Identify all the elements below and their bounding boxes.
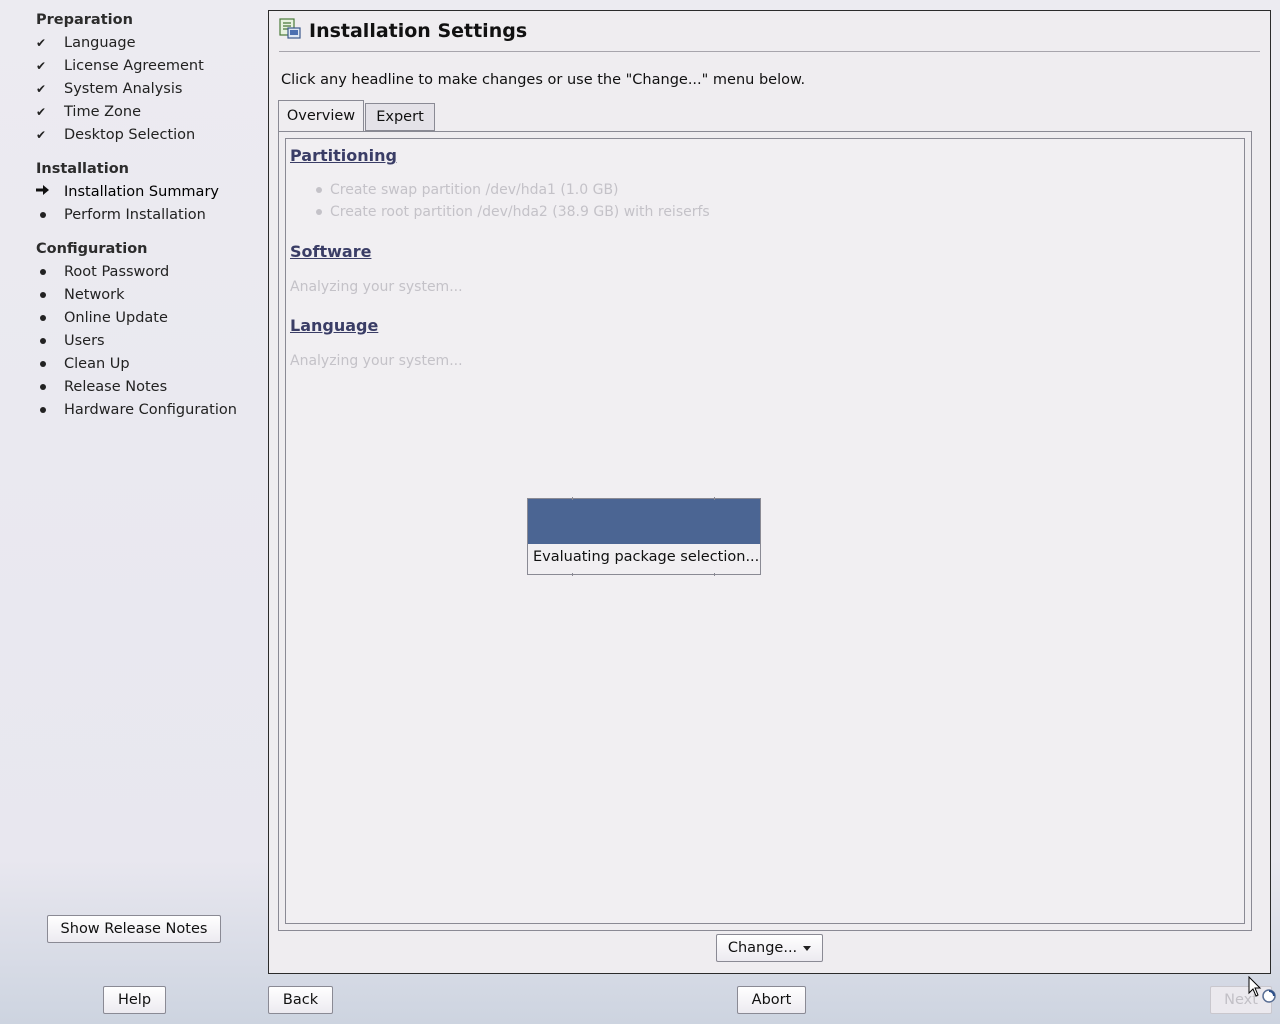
step-label: Perform Installation xyxy=(64,207,206,223)
overview-content: Partitioning Create swap partition /dev/… xyxy=(285,138,1245,924)
software-status: Analyzing your system... xyxy=(290,279,463,295)
arrow-right-icon xyxy=(36,182,64,202)
language-headline[interactable]: Language xyxy=(290,316,378,335)
help-button[interactable]: Help xyxy=(103,986,166,1014)
bullet-icon xyxy=(316,209,322,215)
checkmark-icon: ✔ xyxy=(36,59,47,73)
step-label: System Analysis xyxy=(64,81,183,97)
installation-settings-panel: Installation Settings Click any headline… xyxy=(268,10,1271,974)
step-root-password: Root Password xyxy=(36,262,169,282)
bullet-icon xyxy=(40,292,46,298)
list-item: Create root partition /dev/hda2 (38.9 GB… xyxy=(316,204,710,220)
bullet-icon xyxy=(40,384,46,390)
step-desktop-selection: ✔ Desktop Selection xyxy=(36,125,195,145)
list-item-text: Create root partition /dev/hda2 (38.9 GB… xyxy=(330,204,710,220)
section-title-installation: Installation xyxy=(36,161,129,177)
instruction-text: Click any headline to make changes or us… xyxy=(281,72,806,88)
step-label: Desktop Selection xyxy=(64,127,196,143)
section-title-preparation: Preparation xyxy=(36,12,133,28)
panel-header: Installation Settings xyxy=(279,18,528,44)
checkmark-icon: ✔ xyxy=(36,128,47,142)
step-perform-installation: Perform Installation xyxy=(36,205,206,225)
step-label: Time Zone xyxy=(64,104,142,120)
step-label: Network xyxy=(64,287,125,303)
step-network: Network xyxy=(36,285,125,305)
popup-tick xyxy=(572,573,573,576)
section-title-configuration: Configuration xyxy=(36,241,148,257)
installation-settings-icon xyxy=(279,18,301,44)
show-release-notes-button[interactable]: Show Release Notes xyxy=(47,915,221,943)
change-menu-button[interactable]: Change... xyxy=(716,934,823,962)
step-label: Release Notes xyxy=(64,379,168,395)
tab-overview[interactable]: Overview xyxy=(278,100,364,131)
step-label: Root Password xyxy=(64,264,170,280)
step-release-notes: Release Notes xyxy=(36,377,167,397)
page-title: Installation Settings xyxy=(309,20,528,42)
checkmark-icon: ✔ xyxy=(36,82,47,96)
change-button-label: Change... xyxy=(727,940,798,956)
popup-tick xyxy=(572,497,573,500)
bullet-icon xyxy=(40,269,46,275)
partitioning-headline[interactable]: Partitioning xyxy=(290,146,397,165)
abort-button[interactable]: Abort xyxy=(737,986,806,1014)
software-headline[interactable]: Software xyxy=(290,242,371,261)
step-label: Language xyxy=(64,35,136,51)
busy-cursor-icon xyxy=(1248,975,1276,1004)
tab-expert[interactable]: Expert xyxy=(365,103,435,131)
bullet-icon xyxy=(40,212,46,218)
list-item-text: Create swap partition /dev/hda1 (1.0 GB) xyxy=(330,182,619,198)
step-label: Clean Up xyxy=(64,356,130,372)
bullet-icon xyxy=(40,338,46,344)
step-language: ✔ Language xyxy=(36,33,136,53)
step-system-analysis: ✔ System Analysis xyxy=(36,79,182,99)
progress-popup: Evaluating package selection... xyxy=(527,497,761,576)
bullet-icon xyxy=(316,187,322,193)
step-label: License Agreement xyxy=(64,58,204,74)
step-time-zone: ✔ Time Zone xyxy=(36,102,141,122)
checkmark-icon: ✔ xyxy=(36,36,47,50)
step-label: Installation Summary xyxy=(64,184,219,200)
language-status: Analyzing your system... xyxy=(290,353,463,369)
tab-content-frame: Partitioning Create swap partition /dev/… xyxy=(278,131,1252,931)
step-label: Hardware Configuration xyxy=(64,402,237,418)
bullet-icon xyxy=(40,315,46,321)
bullet-icon xyxy=(40,361,46,367)
step-label: Users xyxy=(64,333,105,349)
step-license-agreement: ✔ License Agreement xyxy=(36,56,204,76)
step-label: Online Update xyxy=(64,310,168,326)
back-button[interactable]: Back xyxy=(268,986,333,1014)
bullet-icon xyxy=(40,407,46,413)
title-divider xyxy=(279,51,1260,52)
list-item: Create swap partition /dev/hda1 (1.0 GB) xyxy=(316,182,619,198)
popup-tick xyxy=(714,573,715,576)
progress-popup-text: Evaluating package selection... xyxy=(533,549,760,565)
step-online-update: Online Update xyxy=(36,308,168,328)
step-installation-summary: Installation Summary xyxy=(36,182,219,202)
step-clean-up: Clean Up xyxy=(36,354,130,374)
checkmark-icon: ✔ xyxy=(36,105,47,119)
step-users: Users xyxy=(36,331,105,351)
step-hardware-configuration: Hardware Configuration xyxy=(36,400,237,420)
sidebar: Preparation ✔ Language ✔ License Agreement… xyxy=(0,0,268,1024)
progress-popup-bar xyxy=(528,499,760,544)
popup-tick xyxy=(714,497,715,500)
dropdown-arrow-icon xyxy=(803,945,812,951)
